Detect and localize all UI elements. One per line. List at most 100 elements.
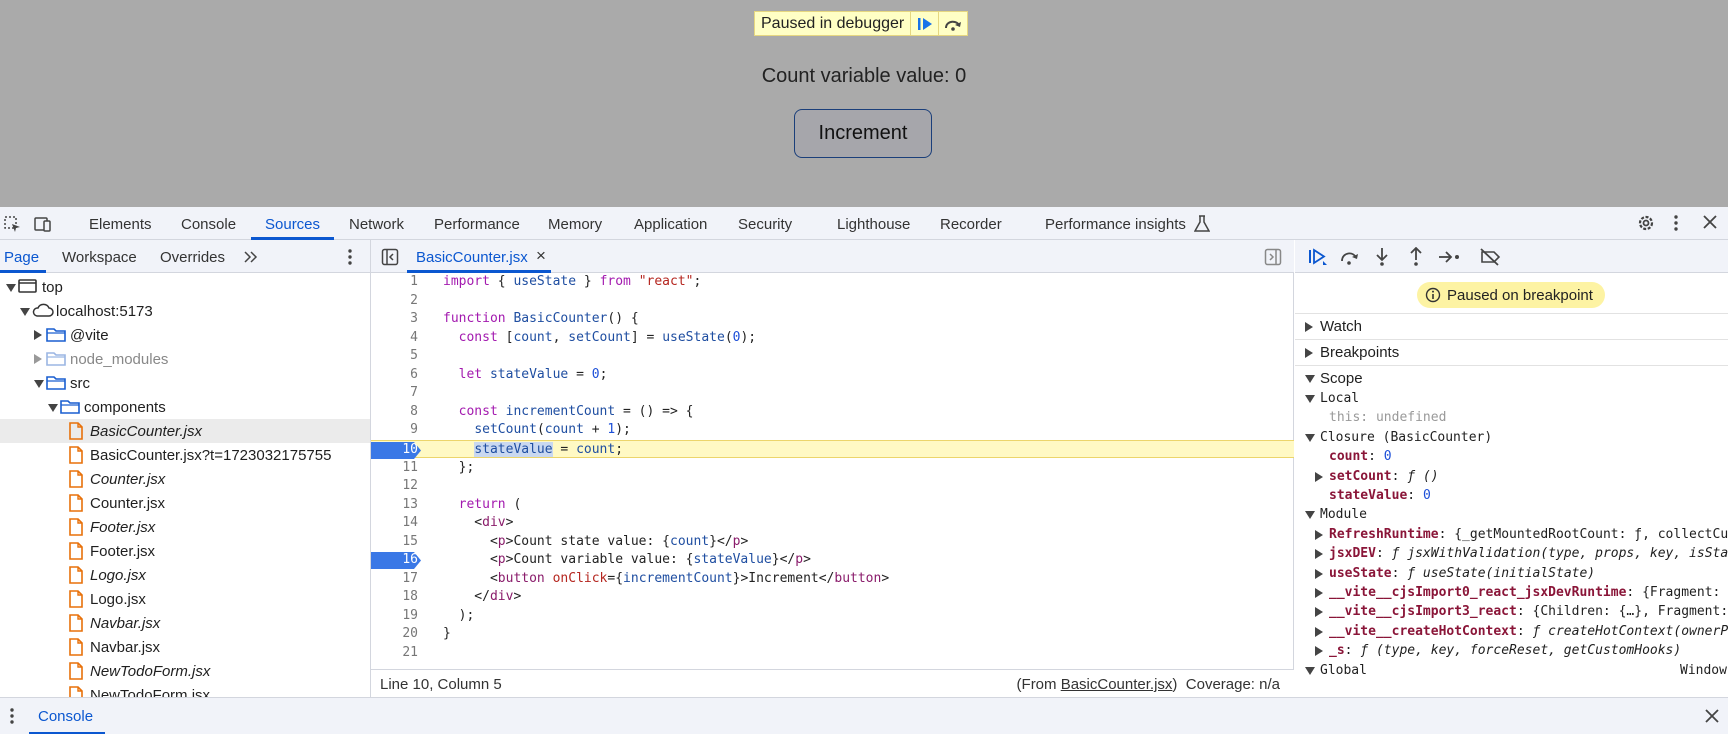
folder-tree-item[interactable]: top xyxy=(0,275,370,299)
line-number[interactable]: 10 xyxy=(371,441,418,460)
inspect-element-icon[interactable] xyxy=(2,214,22,237)
line-number[interactable]: 6 xyxy=(371,366,418,385)
line-number[interactable]: 3 xyxy=(371,310,418,329)
line-number[interactable]: 18 xyxy=(371,588,418,607)
tab-lighthouse[interactable]: Lighthouse xyxy=(837,216,910,233)
tab-performance-insights[interactable]: Performance insights xyxy=(1045,216,1186,233)
line-number[interactable]: 12 xyxy=(371,477,418,496)
code-line[interactable]: 12 xyxy=(371,477,1294,496)
code-line[interactable]: 3 function BasicCounter() { xyxy=(371,310,1294,329)
scope-var[interactable]: count: 0 xyxy=(1295,447,1728,466)
file-tree-item[interactable]: BasicCounter.jsx xyxy=(0,419,370,443)
deactivate-breakpoints-icon[interactable] xyxy=(1479,247,1501,270)
resume-icon[interactable] xyxy=(911,12,940,35)
line-number[interactable]: 15 xyxy=(371,533,418,552)
collapse-arrow-icon[interactable] xyxy=(34,380,44,388)
file-tree-item[interactable]: Footer.jsx xyxy=(0,515,370,539)
code-line[interactable]: 8 const incrementCount = () => { xyxy=(371,403,1294,422)
step-over-icon[interactable] xyxy=(1339,247,1361,270)
expand-arrow-icon[interactable] xyxy=(1315,568,1323,579)
scope-var-this[interactable]: this: undefined xyxy=(1295,408,1728,427)
line-number[interactable]: 2 xyxy=(371,292,418,311)
scope-global[interactable]: Global Window xyxy=(1295,661,1728,680)
step-into-icon[interactable] xyxy=(1373,247,1391,270)
file-tree-item[interactable]: Navbar.jsx xyxy=(0,611,370,635)
scope-closure[interactable]: Closure (BasicCounter) xyxy=(1295,428,1728,447)
code-line[interactable]: 6 let stateValue = 0; xyxy=(371,366,1294,385)
more-tabs-chevron-icon[interactable] xyxy=(243,250,259,267)
file-tree-item[interactable]: Footer.jsx xyxy=(0,539,370,563)
source-file-link[interactable]: BasicCounter.jsx xyxy=(1061,676,1173,693)
folder-tree-item[interactable]: components xyxy=(0,395,370,419)
expand-arrow-icon[interactable] xyxy=(34,354,42,364)
breakpoints-section-header[interactable]: Breakpoints xyxy=(1295,339,1728,363)
close-devtools-icon[interactable] xyxy=(1702,214,1718,233)
expand-arrow-icon[interactable] xyxy=(1315,471,1323,482)
more-options-icon[interactable] xyxy=(1672,213,1680,236)
code-line[interactable]: 21 xyxy=(371,644,1294,663)
file-tree-item[interactable]: Navbar.jsx xyxy=(0,635,370,659)
tab-elements[interactable]: Elements xyxy=(89,216,152,233)
code-line[interactable]: 14 <div> xyxy=(371,514,1294,533)
code-line[interactable]: 9 setCount(count + 1); xyxy=(371,421,1294,440)
source-code[interactable]: 1 import { useState } from "react"; 2 3 func… xyxy=(371,273,1294,669)
expand-arrow-icon[interactable] xyxy=(34,330,42,340)
watch-section-header[interactable]: Watch xyxy=(1295,313,1728,337)
scope-var[interactable]: stateValue: 0 xyxy=(1295,486,1728,505)
collapse-arrow-icon[interactable] xyxy=(48,404,58,412)
tab-network[interactable]: Network xyxy=(349,216,404,233)
line-number[interactable]: 20 xyxy=(371,625,418,644)
line-number[interactable]: 8 xyxy=(371,403,418,422)
current-execution-line[interactable]: 10 stateValue = count; xyxy=(371,439,1294,460)
file-tree-item[interactable]: Logo.jsx xyxy=(0,563,370,587)
step-over-icon[interactable] xyxy=(939,12,967,35)
scope-section-header[interactable]: Scope xyxy=(1295,365,1728,389)
line-number[interactable]: 17 xyxy=(371,570,418,589)
tab-workspace[interactable]: Workspace xyxy=(62,249,137,266)
code-line[interactable]: 17 <button onClick={incrementCount}>Incr… xyxy=(371,570,1294,589)
code-line[interactable]: 2 xyxy=(371,292,1294,311)
code-line[interactable]: 4 const [count, setCount] = useState(0); xyxy=(371,329,1294,348)
tab-memory[interactable]: Memory xyxy=(548,216,602,233)
scope-var[interactable]: setCount: ƒ () xyxy=(1295,467,1728,486)
folder-tree-item[interactable]: src xyxy=(0,371,370,395)
code-line[interactable]: 7 xyxy=(371,384,1294,403)
line-number[interactable]: 7 xyxy=(371,384,418,403)
tab-security[interactable]: Security xyxy=(738,216,792,233)
file-tree-item[interactable]: Counter.jsx xyxy=(0,467,370,491)
file-tree-item[interactable]: Counter.jsx xyxy=(0,491,370,515)
close-tab-icon[interactable]: × xyxy=(536,246,546,266)
drawer-tab-console[interactable]: Console xyxy=(38,708,93,725)
expand-arrow-icon[interactable] xyxy=(1315,529,1323,540)
expand-arrow-icon[interactable] xyxy=(1315,588,1323,598)
scope-var[interactable]: jsxDEV: ƒ jsxWithValidation(type, props,… xyxy=(1295,544,1728,563)
tab-performance[interactable]: Performance xyxy=(434,216,520,233)
step-out-icon[interactable] xyxy=(1407,246,1425,270)
toggle-debugger-icon[interactable] xyxy=(1264,248,1282,269)
scope-var[interactable]: _s: ƒ (type, key, forceReset, getCustomH… xyxy=(1295,641,1728,660)
line-number[interactable]: 19 xyxy=(371,607,418,626)
expand-arrow-icon[interactable] xyxy=(1315,626,1323,637)
line-number[interactable]: 9 xyxy=(371,421,418,440)
collapse-arrow-icon[interactable] xyxy=(1305,395,1315,403)
code-line[interactable]: 13 return ( xyxy=(371,496,1294,515)
code-line[interactable]: 19 ); xyxy=(371,607,1294,626)
line-number[interactable]: 13 xyxy=(371,496,418,515)
navigator-more-icon[interactable] xyxy=(346,247,354,270)
folder-tree-item[interactable]: node_modules xyxy=(0,347,370,371)
file-tree-item[interactable]: NewTodoForm.jsx xyxy=(0,683,370,697)
tab-console[interactable]: Console xyxy=(181,216,236,233)
expand-arrow-icon[interactable] xyxy=(1315,607,1323,618)
scope-var[interactable]: __vite__createHotContext: ƒ createHotCon… xyxy=(1295,622,1728,641)
folder-tree-item[interactable]: localhost:5173 xyxy=(0,299,370,323)
line-number[interactable]: 11 xyxy=(371,459,418,478)
tab-basiccounter-jsx[interactable]: BasicCounter.jsx xyxy=(416,249,528,266)
device-toolbar-icon[interactable] xyxy=(33,214,53,237)
collapse-arrow-icon[interactable] xyxy=(1305,433,1315,442)
expand-arrow-icon[interactable] xyxy=(1315,549,1323,560)
line-number[interactable]: 21 xyxy=(371,644,418,663)
expand-arrow-icon[interactable] xyxy=(1315,646,1323,657)
toggle-navigator-icon[interactable] xyxy=(381,248,399,269)
close-drawer-icon[interactable] xyxy=(1704,708,1720,727)
scope-var[interactable]: __vite__cjsImport3_react: {Children: {…}… xyxy=(1295,602,1728,621)
